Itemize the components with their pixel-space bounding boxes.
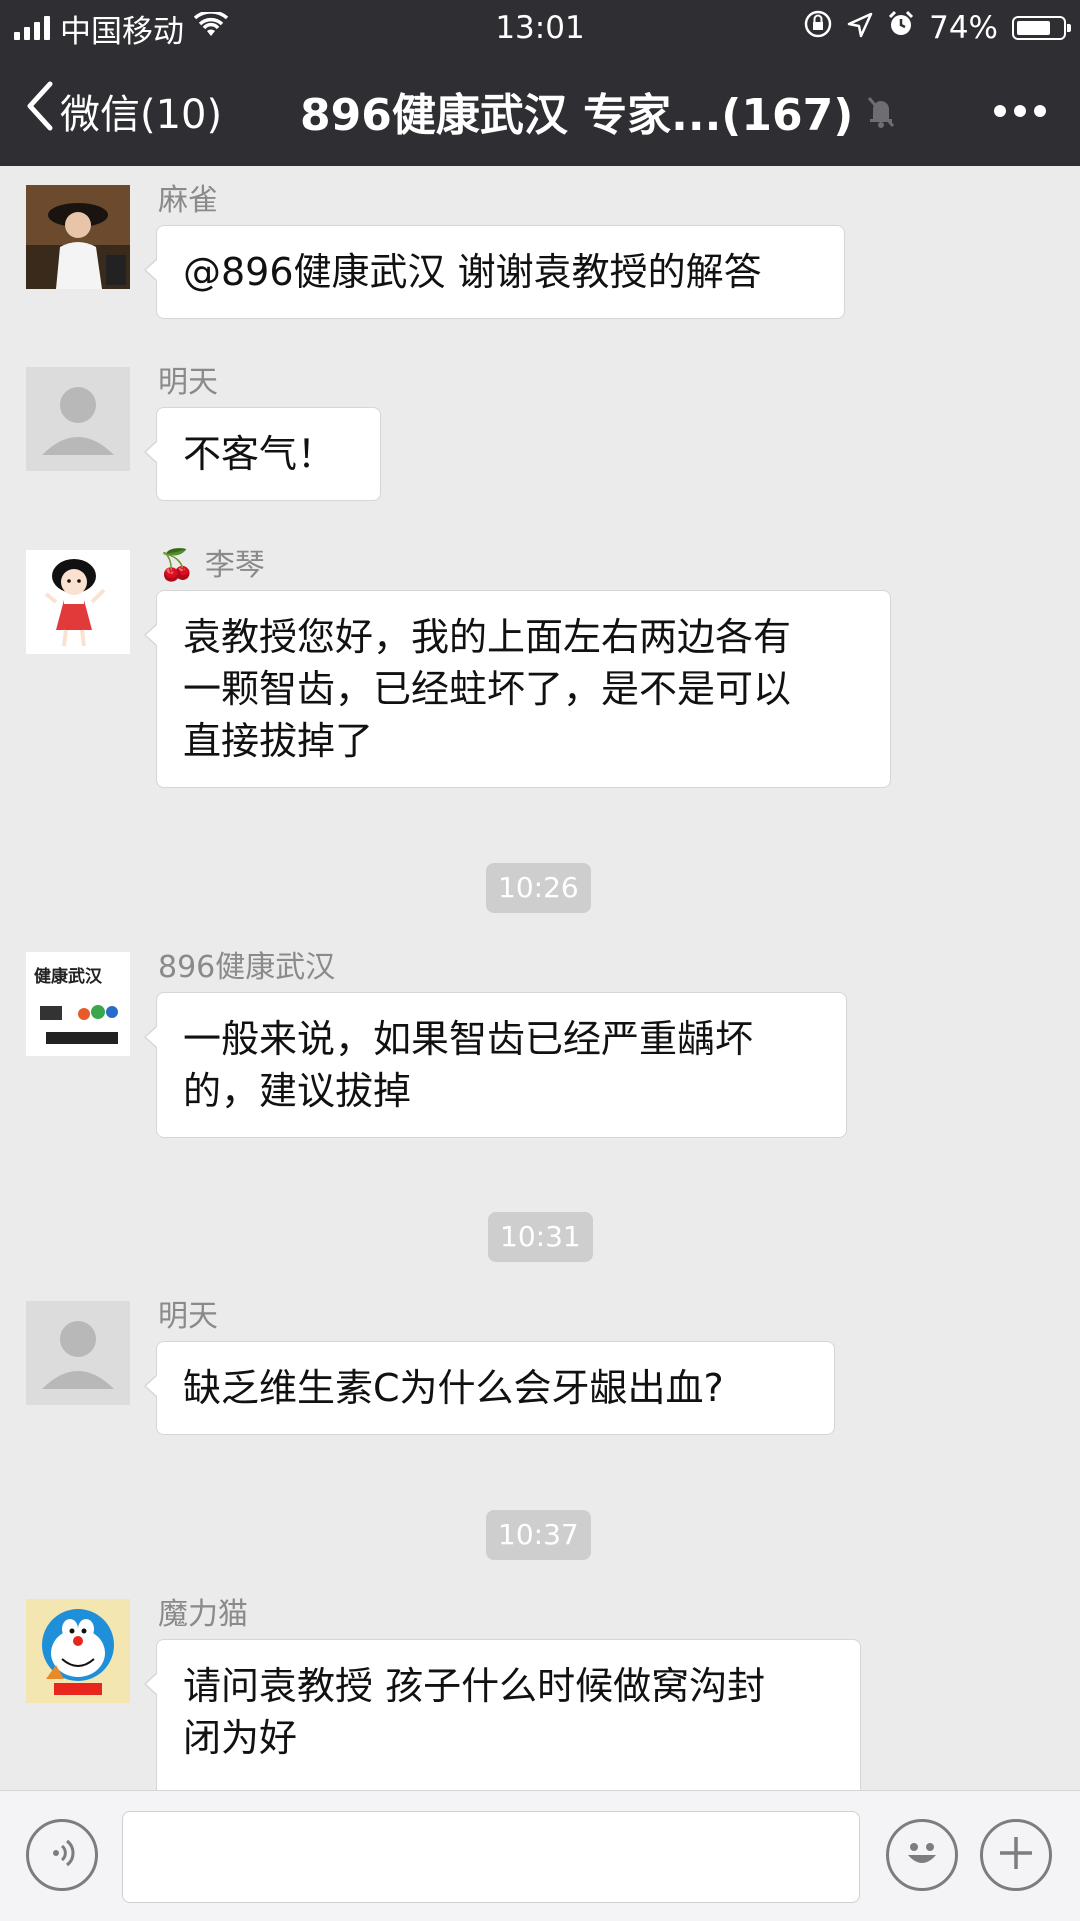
message-text: 闭为好 (183, 1716, 298, 1760)
chat-title[interactable]: 896健康武汉 专家...(167) (300, 56, 900, 166)
message-bubble[interactable]: 请问袁教授 孩子什么时候做窝沟封 闭为好 (144, 1639, 861, 1790)
voice-icon (44, 1835, 80, 1875)
sender-name: 🍒 李琴 (158, 546, 265, 586)
back-chevron-icon (24, 80, 54, 142)
timestamp: 10:31 (488, 1212, 593, 1262)
sender-name: 896健康武汉 (158, 950, 336, 985)
alarm-icon (887, 10, 915, 46)
message-text: 不客气！ (183, 432, 336, 476)
plus-icon (996, 1833, 1036, 1877)
message-text: 直接拔掉了 (183, 719, 374, 763)
avatar[interactable] (26, 1599, 130, 1703)
avatar[interactable] (26, 1301, 130, 1405)
mute-bell-icon (865, 94, 897, 128)
message-bubble[interactable]: @896健康武汉 谢谢袁教授的解答 (144, 225, 845, 319)
message-text: 一般来说，如果智齿已经严重龋坏 (183, 1017, 754, 1061)
voice-button[interactable] (26, 1819, 98, 1891)
sender-name: 明天 (158, 365, 218, 400)
message-text: 袁教授您好，我的上面左右两边各有 (183, 615, 792, 659)
avatar[interactable] (26, 185, 130, 289)
message-bubble[interactable]: 不客气！ (144, 407, 381, 501)
status-right: 74% (803, 8, 1071, 48)
message-bubble[interactable]: 袁教授您好，我的上面左右两边各有 一颗智齿，已经蛀坏了，是不是可以 直接拔掉了 (144, 590, 891, 788)
message-text: @896健康武汉 谢谢袁教授的解答 (183, 250, 762, 294)
message-text: 的，建议拔掉 (183, 1069, 412, 1113)
status-bar: 中国移动 13:01 74% (0, 0, 1080, 56)
message-text: 请问袁教授 孩子什么时候做窝沟封 (183, 1664, 766, 1708)
sender-name: 明天 (158, 1299, 218, 1334)
rotation-lock-icon (803, 9, 833, 47)
nav-bar: 微信(10) 896健康武汉 专家...(167) (0, 56, 1080, 166)
chat-list[interactable]: 麻雀 @896健康武汉 谢谢袁教授的解答 明天 不客气！ 🍒 李琴 袁教授您好，… (0, 166, 1080, 1790)
sender-name-text: 李琴 (204, 548, 265, 583)
back-label: 微信(10) (60, 92, 223, 138)
message-bubble[interactable]: 缺乏维生素C为什么会牙龈出血? (144, 1341, 835, 1435)
input-bar (0, 1790, 1080, 1921)
emoji-button[interactable] (886, 1819, 958, 1891)
timestamp: 10:26 (486, 863, 591, 913)
emoji-icon (900, 1831, 944, 1879)
avatar[interactable] (26, 367, 130, 471)
avatar[interactable] (26, 550, 130, 654)
timestamp: 10:37 (486, 1510, 591, 1560)
avatar[interactable]: 健康武汉 (26, 952, 130, 1056)
chat-title-text: 896健康武汉 专家...(167) (300, 90, 854, 141)
more-dots-icon[interactable] (994, 56, 1046, 166)
battery-percent: 74% (929, 10, 998, 46)
avatar-logo-text: 健康武汉 (34, 966, 103, 987)
sender-name: 麻雀 (158, 183, 218, 218)
cherry-icon: 🍒 (158, 548, 196, 583)
location-arrow-icon (847, 10, 873, 46)
message-text: 缺乏维生素C为什么会牙龈出血? (183, 1366, 724, 1410)
battery-icon (1012, 16, 1071, 40)
sender-name: 魔力猫 (158, 1597, 248, 1632)
more-actions-button[interactable] (980, 1819, 1052, 1891)
back-button[interactable]: 微信(10) (24, 56, 222, 166)
message-bubble[interactable]: 一般来说，如果智齿已经严重龋坏 的，建议拔掉 (144, 992, 847, 1138)
message-input[interactable] (122, 1811, 860, 1903)
battery-fill (1017, 21, 1050, 35)
message-text: 一颗智齿，已经蛀坏了，是不是可以 (183, 667, 792, 711)
